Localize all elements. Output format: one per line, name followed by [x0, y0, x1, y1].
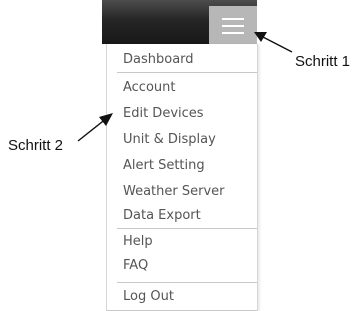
step1-label: Schritt 1 [295, 53, 351, 70]
step1-arrow-head [254, 32, 267, 42]
step2-label: Schritt 2 [8, 137, 64, 154]
annotation-arrows [77, 32, 293, 142]
step1-arrow-line [260, 35, 293, 53]
step2-arrow-head [99, 113, 113, 126]
